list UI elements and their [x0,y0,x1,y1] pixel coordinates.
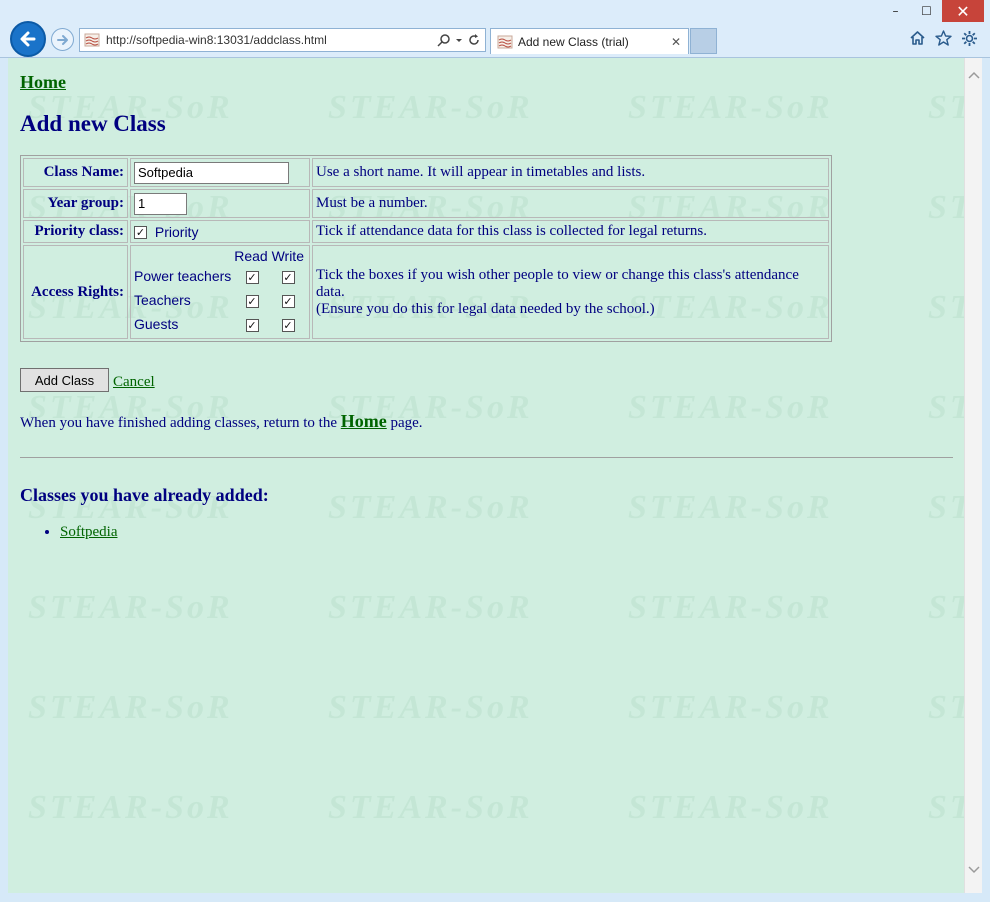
access-row-name: Guests [134,316,179,332]
scroll-up-icon[interactable] [965,66,983,84]
added-classes-heading: Classes you have already added: [20,485,269,505]
priority-row: Priority class: ✓ Priority Tick if atten… [23,220,829,243]
priority-checkbox[interactable]: ✓ [134,226,147,240]
forward-arrow-icon [56,34,68,45]
guests-read-checkbox[interactable]: ✓ [245,318,259,332]
minimize-button[interactable]: – [880,0,911,22]
url-text[interactable]: http://softpedia-win8:13031/addclass.htm… [106,33,437,47]
class-name-input[interactable]: Softpedia [134,161,289,184]
address-bar[interactable]: http://softpedia-win8:13031/addclass.htm… [79,28,486,52]
access-row-guests: Guests ✓ ✓ [134,312,306,336]
window-bottom-border [0,893,990,902]
refresh-icon[interactable] [467,33,481,47]
access-row-name: Teachers [134,292,191,308]
access-row-power-teachers: Power teachers ✓ ✓ [134,264,306,288]
access-rights-help: Tick the boxes if you wish other people … [312,245,829,339]
access-row-name: Power teachers [134,268,232,284]
maximize-button[interactable]: ☐ [911,0,942,22]
added-class-link[interactable]: Softpedia [60,524,118,540]
back-button[interactable] [10,21,46,57]
browser-tab[interactable]: Add new Class (trial) ✕ [490,28,689,54]
home-icon[interactable] [908,29,926,47]
power-teachers-write-checkbox[interactable]: ✓ [281,270,295,284]
priority-checkbox-label: Priority [154,223,199,240]
favorites-star-icon[interactable] [934,29,952,47]
class-name-field-cell: Softpedia [130,158,310,187]
teachers-write-checkbox[interactable]: ✓ [281,294,295,308]
browser-chrome: – ☐ ✕ http://softpedia-win8:13031/addcla… [0,0,990,58]
finish-note: When you have finished adding classes, r… [20,411,423,432]
site-favicon-icon [84,33,100,47]
access-rights-header: Read Write [134,248,306,264]
class-name-row: Class Name: Softpedia Use a short name. … [23,158,829,187]
close-window-button[interactable]: ✕ [942,0,984,22]
horizontal-divider [20,457,953,458]
inline-home-link[interactable]: Home [341,411,387,431]
tab-favicon-icon [497,35,513,48]
browser-tools [908,29,978,47]
read-column-header: Read [234,248,268,264]
priority-label: Priority class: [23,220,128,243]
priority-field-cell: ✓ Priority [130,220,310,243]
access-rights-label: Access Rights: [23,245,128,339]
address-tools [437,33,485,47]
year-group-input[interactable]: 1 [134,192,187,215]
finish-note-tail: page. [390,415,423,431]
search-icon[interactable] [437,33,451,47]
added-classes-list: Softpedia [60,524,118,541]
teachers-read-checkbox[interactable]: ✓ [245,294,259,308]
access-rights-help-line2: (Ensure you do this for legal data neede… [316,300,655,317]
year-group-row: Year group: 1 Must be a number. [23,189,829,218]
access-row-teachers: Teachers ✓ ✓ [134,288,306,312]
access-rights-grid-cell: Read Write Power teachers ✓ ✓ Teachers ✓… [130,245,310,339]
forward-button[interactable] [51,28,74,51]
class-name-help: Use a short name. It will appear in time… [312,158,829,187]
add-class-form-table: Class Name: Softpedia Use a short name. … [20,155,832,342]
cancel-link[interactable]: Cancel [113,374,155,391]
vertical-scrollbar[interactable] [964,58,982,893]
tab-title: Add new Class (trial) [518,34,629,49]
scroll-down-icon[interactable] [965,861,983,879]
power-teachers-read-checkbox[interactable]: ✓ [245,270,259,284]
settings-gear-icon[interactable] [960,29,978,47]
access-rights-grid: Read Write Power teachers ✓ ✓ Teachers ✓… [134,248,306,336]
access-rights-row: Access Rights: Read Write Power teachers… [23,245,829,339]
home-link[interactable]: Home [20,72,66,93]
guests-write-checkbox[interactable]: ✓ [281,318,295,332]
year-group-label: Year group: [23,189,128,218]
add-class-button[interactable]: Add Class [20,368,109,392]
list-item: Softpedia [60,524,118,541]
write-column-header: Write [271,248,304,264]
year-group-field-cell: 1 [130,189,310,218]
tab-close-icon[interactable]: ✕ [668,35,684,49]
class-name-label: Class Name: [23,158,128,187]
priority-help: Tick if attendance data for this class i… [312,220,829,243]
access-rights-help-line1: Tick the boxes if you wish other people … [316,266,799,300]
dropdown-chevron-icon[interactable] [455,33,463,47]
window-controls: – ☐ ✕ [880,0,984,22]
year-group-help: Must be a number. [312,189,829,218]
page-viewport: STEAR-SoR Home Add new Class Class Name:… [8,58,964,893]
new-tab-button[interactable] [690,28,717,54]
page-title: Add new Class [20,111,166,136]
back-arrow-icon [20,31,36,47]
finish-note-text: When you have finished adding classes, r… [20,415,337,431]
